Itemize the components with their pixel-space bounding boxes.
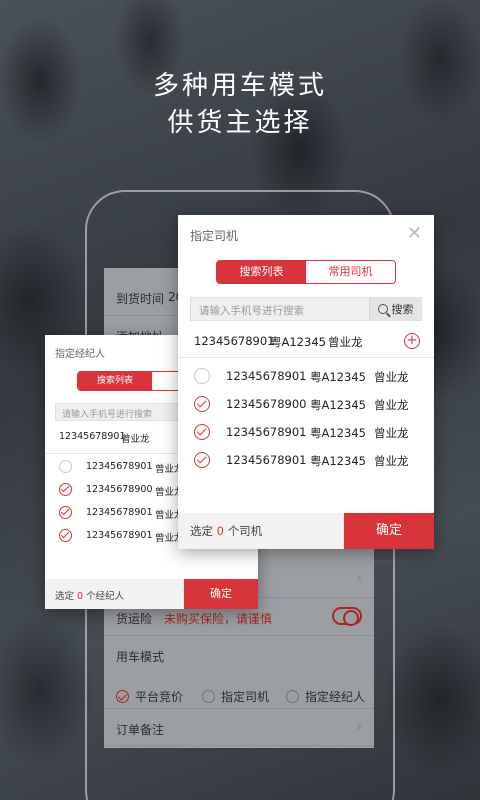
driver-divider bbox=[178, 357, 434, 358]
mode-option-label: 指定经纪人 bbox=[305, 690, 366, 704]
checkbox-unchecked-icon[interactable] bbox=[59, 460, 72, 473]
driver-list-item[interactable]: 12345678900 粤A12345 曾业龙 bbox=[178, 393, 434, 417]
mode-option-agent[interactable]: 指定经纪人 bbox=[286, 688, 365, 705]
row-plate: 粤A12345 bbox=[310, 426, 366, 440]
agent-confirm-button[interactable]: 确定 bbox=[184, 579, 258, 609]
row-name: 曾业龙 bbox=[374, 454, 409, 468]
selected-count: 0 bbox=[77, 591, 84, 602]
row-plate: 粤A12345 bbox=[310, 370, 366, 384]
agent-search-placeholder: 请输入手机号进行搜索 bbox=[62, 410, 153, 420]
headline-line-1: 多种用车模式 bbox=[152, 71, 327, 101]
selected-prefix: 选定 bbox=[190, 524, 213, 538]
entry-phone: 12345678901 bbox=[59, 431, 126, 442]
delivery-time-label: 到货时间 bbox=[116, 292, 165, 306]
order-note-row[interactable]: 订单备注 › bbox=[104, 708, 374, 746]
driver-entry-row: 12345678901 粤A12345 曾业龙 + bbox=[178, 331, 434, 353]
order-note-label: 订单备注 bbox=[116, 723, 165, 737]
add-icon[interactable]: + bbox=[404, 333, 420, 349]
search-button-label: 搜索 bbox=[391, 303, 414, 316]
driver-selected-count: 选定 0 个司机 bbox=[190, 523, 262, 539]
checkbox-checked-icon[interactable] bbox=[194, 424, 210, 440]
selected-count: 0 bbox=[216, 524, 224, 538]
row-phone: 12345678900 bbox=[86, 484, 153, 495]
driver-search-input[interactable]: 请输入手机号进行搜索 搜索 bbox=[190, 297, 422, 321]
row-plate: 粤A12345 bbox=[310, 398, 366, 412]
driver-dialog: 指定司机 ✕ 搜索列表 常用司机 请输入手机号进行搜索 搜索 123456789… bbox=[178, 215, 434, 549]
checkbox-checked-icon[interactable] bbox=[59, 506, 72, 519]
mode-label: 用车模式 bbox=[116, 650, 165, 664]
tab-search-list[interactable]: 搜索列表 bbox=[217, 261, 306, 283]
mode-option-label: 指定司机 bbox=[221, 690, 270, 704]
selected-suffix: 个司机 bbox=[227, 524, 263, 538]
entry-plate: 粤A12345 bbox=[270, 335, 326, 349]
mode-option-label: 平台竞价 bbox=[135, 690, 184, 704]
driver-tabs: 搜索列表 常用司机 bbox=[216, 260, 396, 284]
selected-suffix: 个经纪人 bbox=[86, 591, 125, 602]
radio-checked-icon bbox=[116, 690, 129, 703]
checkbox-checked-icon[interactable] bbox=[59, 483, 72, 496]
row-plate: 粤A12345 bbox=[310, 454, 366, 468]
row-phone: 12345678901 bbox=[226, 425, 307, 439]
driver-footer: 选定 0 个司机 确定 bbox=[178, 513, 434, 549]
driver-list-item[interactable]: 12345678901 粤A12345 曾业龙 bbox=[178, 421, 434, 445]
chevron-right-icon: › bbox=[356, 570, 362, 586]
checkbox-checked-icon[interactable] bbox=[194, 452, 210, 468]
mode-option-bidding[interactable]: 平台竞价 bbox=[116, 688, 183, 705]
agent-footer: 选定 0 个经纪人 确定 bbox=[45, 579, 258, 609]
entry-phone: 12345678901 bbox=[194, 334, 275, 348]
driver-list-item[interactable]: 12345678901 粤A12345 曾业龙 bbox=[178, 365, 434, 389]
selected-prefix: 选定 bbox=[55, 591, 75, 602]
row-phone: 12345678901 bbox=[86, 530, 153, 541]
row-phone: 12345678901 bbox=[86, 461, 153, 472]
driver-dialog-title: 指定司机 bbox=[190, 229, 239, 243]
agent-dialog-title: 指定经纪人 bbox=[55, 349, 105, 360]
row-name: 曾业龙 bbox=[374, 398, 409, 412]
row-phone: 12345678900 bbox=[226, 397, 307, 411]
agent-selected-count: 选定 0 个经纪人 bbox=[55, 588, 124, 602]
row-name: 曾业龙 bbox=[374, 426, 409, 440]
mode-option-driver[interactable]: 指定司机 bbox=[202, 688, 269, 705]
driver-search-placeholder: 请输入手机号进行搜索 bbox=[199, 305, 304, 317]
radio-unchecked-icon bbox=[286, 690, 299, 703]
checkbox-unchecked-icon[interactable] bbox=[194, 368, 210, 384]
radio-unchecked-icon bbox=[202, 690, 215, 703]
chevron-right-icon: › bbox=[356, 719, 362, 735]
close-icon[interactable]: ✕ bbox=[407, 223, 422, 244]
insurance-label: 货运险 bbox=[116, 612, 153, 626]
tab-frequent-drivers[interactable]: 常用司机 bbox=[306, 261, 395, 283]
entry-name: 曾业龙 bbox=[328, 335, 363, 349]
headline-line-2: 供货主选择 bbox=[167, 108, 313, 138]
insurance-note: 未购买保险，请谨慎 bbox=[164, 612, 273, 626]
entry-name: 曾业龙 bbox=[121, 434, 150, 445]
tab-search-list[interactable]: 搜索列表 bbox=[78, 372, 152, 390]
checkbox-checked-icon[interactable] bbox=[194, 396, 210, 412]
row-phone: 12345678901 bbox=[226, 453, 307, 467]
driver-list-item[interactable]: 12345678901 粤A12345 曾业龙 bbox=[178, 449, 434, 473]
checkbox-checked-icon[interactable] bbox=[59, 529, 72, 542]
row-name: 曾业龙 bbox=[374, 370, 409, 384]
driver-confirm-button[interactable]: 确定 bbox=[344, 513, 434, 549]
row-phone: 12345678901 bbox=[86, 507, 153, 518]
mode-label-row: 用车模式 bbox=[104, 636, 374, 674]
search-icon bbox=[377, 304, 388, 314]
row-phone: 12345678901 bbox=[226, 369, 307, 383]
search-button[interactable]: 搜索 bbox=[369, 298, 421, 320]
insurance-toggle[interactable] bbox=[332, 607, 362, 626]
promo-headline: 多种用车模式 供货主选择 bbox=[0, 68, 480, 142]
